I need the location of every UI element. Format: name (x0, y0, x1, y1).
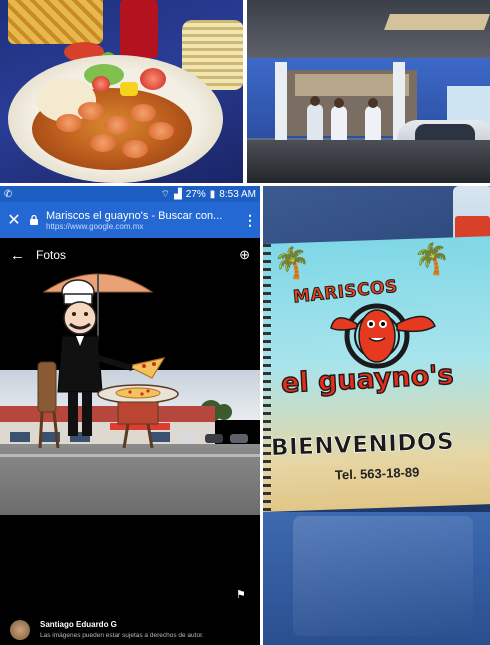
shrimp (78, 102, 104, 120)
red-cup (120, 0, 158, 58)
store-window (10, 432, 30, 442)
customer-head (368, 98, 378, 108)
palm-icon: 🌴 (273, 247, 311, 280)
arrow-back-icon[interactable]: ← (10, 247, 36, 264)
restaurant-exterior-photo (247, 0, 490, 183)
shrimp (148, 122, 174, 140)
palm-icon: 🌴 (413, 243, 451, 276)
flag-icon[interactable]: ⚑ (236, 588, 246, 601)
browser-toolbar: ✕ Mariscos el guayno's - Buscar con... h… (0, 202, 260, 238)
chips-basket (8, 0, 103, 44)
parked-car (205, 434, 223, 443)
pillar (275, 62, 287, 142)
pepper (120, 82, 138, 96)
signal-icon: ▟ (174, 188, 182, 200)
add-photo-icon[interactable]: ⊕ (239, 247, 250, 263)
whatsapp-icon: ✆ (4, 188, 13, 200)
user-name[interactable]: Santiago Eduardo G (40, 620, 117, 629)
status-bar: ✆ ⌔ ▟ 27% ▮ 8:53 AM (0, 186, 260, 202)
shrimp (56, 114, 82, 132)
clock: 8:53 AM (219, 188, 256, 200)
chef-mascot-icon (37, 273, 179, 449)
customer-head (334, 98, 344, 108)
photos-title: Fotos (36, 248, 67, 262)
shrimp (122, 140, 148, 158)
avatar[interactable] (10, 620, 30, 640)
shrimp (130, 104, 156, 122)
kitchen-interior (295, 74, 409, 96)
battery-percent: 27% (185, 188, 206, 200)
status-indicators: ⌔ ▟ 27% ▮ 8:53 AM (161, 188, 256, 201)
menu-reflection (293, 516, 473, 636)
menu-photo: 🌴 🌴 MARISCOS el guayno's BIENVENIDOS Tel… (263, 186, 490, 645)
shrimp (90, 134, 116, 152)
battery-icon: ▮ (209, 188, 216, 200)
food-photo (0, 0, 243, 183)
photo-collage: ✆ ⌔ ▟ 27% ▮ 8:53 AM ✕ Mariscos el guayno… (0, 0, 490, 645)
curb (0, 454, 260, 457)
shrimp (104, 116, 130, 134)
customer-head (310, 96, 320, 106)
page-url: https://www.google.com.mx (46, 221, 144, 231)
tomato (92, 76, 110, 92)
more-vert-icon[interactable]: ⋮ (240, 212, 260, 229)
photo-attribution: Santiago Eduardo G Las imágenes pueden e… (0, 606, 260, 645)
page-info[interactable]: Mariscos el guayno's - Buscar con... htt… (46, 210, 240, 231)
phone-number: Tel. 563-18-89 (334, 464, 420, 483)
lock-icon (30, 214, 38, 225)
page-title: Mariscos el guayno's - Buscar con... (46, 209, 223, 222)
parked-car (230, 434, 248, 443)
copyright-notice: Las imágenes pueden estar sujetas a dere… (40, 632, 204, 639)
dark-car (247, 140, 490, 183)
canopy-light (384, 14, 490, 30)
close-icon[interactable]: ✕ (0, 210, 28, 230)
canopy (247, 0, 490, 62)
tomato (140, 68, 166, 90)
tree (216, 404, 232, 420)
wifi-icon: ⌔ (160, 188, 171, 200)
spiral-binding (263, 244, 271, 512)
